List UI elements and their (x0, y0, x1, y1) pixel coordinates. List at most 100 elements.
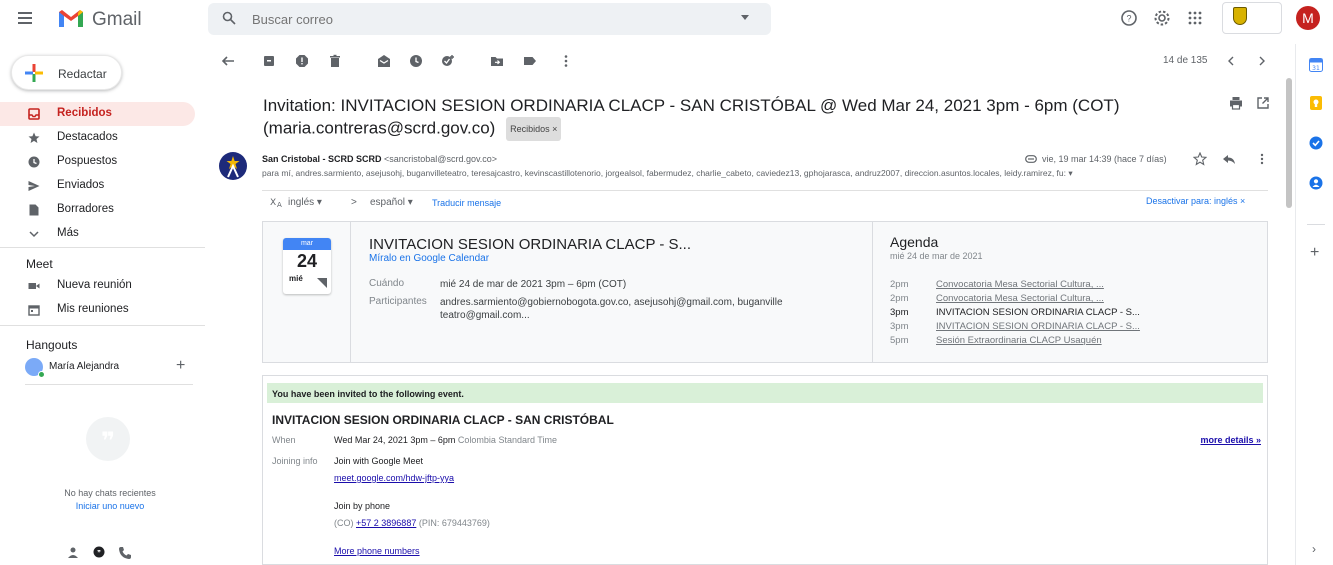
apps-grid-icon[interactable] (1186, 9, 1204, 27)
settings-gear-icon[interactable] (1153, 9, 1171, 27)
sidebar-item-starred[interactable]: Destacados (0, 126, 195, 150)
email-date: vie, 19 mar 14:39 (hace 7 días) (1042, 154, 1167, 164)
sidebar-item-new-meeting[interactable]: Nueva reunión (0, 274, 195, 298)
main-menu-icon[interactable] (18, 12, 32, 24)
label-tag-icon[interactable] (523, 54, 537, 68)
message-scrollbar[interactable] (1285, 78, 1293, 565)
message-toolbar: 14 de 135 (205, 44, 1290, 78)
add-to-tasks-icon[interactable] (441, 54, 455, 68)
sidebar-item-label: Más (57, 227, 79, 239)
sidebar-divider (0, 325, 205, 326)
open-in-new-window-icon[interactable] (1256, 96, 1270, 110)
google-contacts-icon[interactable] (1309, 176, 1323, 190)
google-calendar-icon[interactable]: 31 (1309, 58, 1323, 72)
translate-arrow: > (351, 197, 357, 208)
back-arrow-icon[interactable] (221, 54, 235, 68)
organization-logo[interactable] (1222, 2, 1282, 34)
rail-divider (1307, 224, 1325, 225)
more-phone-numbers-link[interactable]: More phone numbers (334, 546, 420, 556)
report-spam-icon[interactable] (295, 54, 309, 68)
sidebar-item-inbox[interactable]: Recibidos (0, 102, 195, 126)
sidebar-item-snoozed[interactable]: Pospuestos (0, 150, 195, 174)
gmail-logo-icon[interactable] (58, 8, 84, 28)
sidebar-item-my-meetings[interactable]: Mis reuniones (0, 298, 195, 322)
print-icon[interactable] (1229, 96, 1243, 110)
next-chevron-icon[interactable] (1255, 54, 1269, 68)
gmail-wordmark: Gmail (92, 9, 142, 30)
scrollbar-thumb[interactable] (1286, 78, 1292, 208)
previous-chevron-icon[interactable] (1224, 54, 1238, 68)
compose-plus-icon (25, 64, 43, 82)
subject-text: Invitation: INVITACION SESION ORDINARIA … (263, 96, 1120, 138)
search-bar[interactable] (208, 3, 771, 35)
agenda-item-name[interactable]: Sesión Extraordinaria CLACP Usaquén (936, 335, 1102, 346)
mark-unread-icon[interactable] (377, 54, 391, 68)
sidebar-item-label: Destacados (57, 131, 118, 143)
account-avatar[interactable]: M (1296, 6, 1320, 30)
agenda-item-name: INVITACION SESION ORDINARIA CLACP - S... (936, 307, 1140, 318)
search-options-caret-icon[interactable] (741, 15, 749, 20)
participants-value: andres.sarmiento@gobiernobogota.gov.co, … (440, 297, 783, 321)
phone-country: (CO) (334, 518, 354, 528)
agenda-item-time: 5pm (890, 335, 909, 346)
search-icon[interactable] (222, 11, 236, 25)
help-icon[interactable]: ? (1120, 9, 1138, 27)
reply-icon[interactable] (1222, 152, 1236, 166)
meet-section-title: Meet (26, 257, 53, 271)
more-details-link[interactable]: more details » (1200, 435, 1261, 445)
translate-icon: XA (270, 198, 282, 208)
star-outline-icon[interactable] (1193, 152, 1207, 166)
participants-label: Participantes (369, 296, 427, 307)
calendar-date-badge[interactable]: mar 24 mié (283, 238, 331, 294)
calendar-icon (28, 305, 40, 316)
archive-icon[interactable] (262, 54, 276, 68)
google-tasks-icon[interactable] (1309, 136, 1323, 150)
invite-banner-text: You have been invited to the following e… (272, 389, 464, 399)
agenda-item-name[interactable]: Convocatoria Mesa Sectorial Cultura, ... (936, 279, 1104, 290)
start-new-chat-link[interactable]: Iniciar uno nuevo (0, 501, 220, 511)
sender-avatar[interactable] (219, 152, 247, 180)
invite-when-value: Wed Mar 24, 2021 3pm – 6pm Colombia Stan… (334, 435, 557, 445)
sidebar-item-more[interactable]: Más (0, 222, 195, 246)
phone-icon[interactable] (118, 546, 132, 560)
draft-icon (29, 204, 39, 216)
send-icon (28, 181, 40, 191)
more-options-icon[interactable] (559, 54, 573, 68)
source-language-select[interactable]: inglés ▾ (288, 197, 322, 208)
compose-button[interactable]: Redactar (11, 55, 122, 90)
recipients-list[interactable]: para mí, andres.sarmiento, asejusohj, bu… (262, 168, 1227, 179)
chat-quote-icon[interactable]: ❞ (92, 546, 106, 560)
when-value: mié 24 de mar de 2021 3pm – 6pm (COT) (440, 279, 627, 290)
when-label: Cuándo (369, 278, 405, 289)
view-in-calendar-link[interactable]: Míralo en Google Calendar (369, 253, 489, 264)
search-input[interactable] (252, 9, 712, 29)
agenda-date: mié 24 de mar de 2021 (890, 251, 983, 261)
svg-text:A: A (277, 201, 282, 208)
inbox-label-chip[interactable]: Recibidos × (506, 117, 562, 141)
online-status-dot (38, 371, 45, 378)
meet-link[interactable]: meet.google.com/hdw-jftp-yya (334, 473, 454, 483)
snooze-clock-icon[interactable] (409, 54, 423, 68)
sidebar-item-drafts[interactable]: Borradores (0, 198, 195, 222)
agenda-item-name[interactable]: INVITACION SESION ORDINARIA CLACP - S... (936, 321, 1140, 332)
get-addons-plus-icon[interactable]: + (1310, 244, 1319, 262)
move-to-folder-icon[interactable] (490, 54, 504, 68)
joining-info-label: Joining info (272, 456, 318, 466)
target-language-select[interactable]: español ▾ (370, 197, 413, 208)
disable-translation-link[interactable]: Desactivar para: inglés × (1146, 196, 1245, 206)
no-chats-text: No hay chats recientes (64, 488, 156, 498)
chevron-down-icon (29, 231, 39, 238)
phone-number-link[interactable]: +57 2 3896887 (356, 518, 416, 528)
sender-name[interactable]: San Cristobal - SCRD SCRD (262, 154, 382, 164)
translate-message-link[interactable]: Traducir mensaje (432, 198, 501, 208)
message-more-options-icon[interactable] (1255, 152, 1269, 166)
agenda-item-name[interactable]: Convocatoria Mesa Sectorial Cultura, ... (936, 293, 1104, 304)
google-keep-icon[interactable] (1309, 96, 1323, 110)
top-bar: Gmail ? M (0, 0, 1333, 44)
add-hangout-plus-icon[interactable]: + (176, 357, 185, 375)
expand-panel-chevron-icon[interactable]: › (1312, 542, 1316, 556)
delete-trash-icon[interactable] (328, 54, 342, 68)
sidebar-item-sent[interactable]: Enviados (0, 174, 195, 198)
contacts-person-icon[interactable] (66, 546, 80, 560)
invitation-body: You have been invited to the following e… (262, 375, 1268, 565)
